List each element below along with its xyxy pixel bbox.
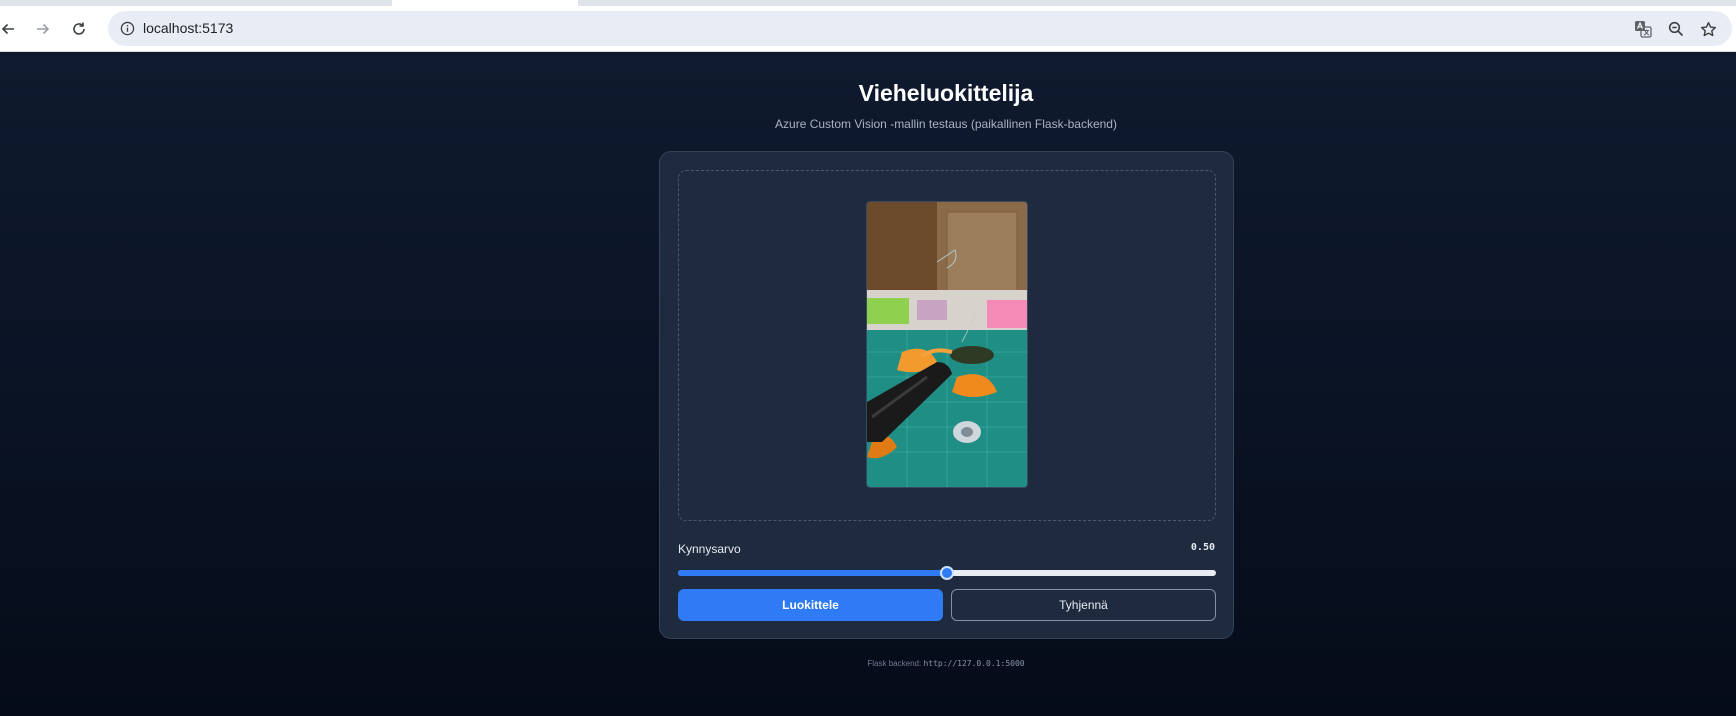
url-text[interactable]: localhost:5173 — [143, 20, 233, 36]
classify-button[interactable]: Luokittele — [678, 589, 943, 621]
back-button[interactable] — [0, 17, 20, 41]
backend-url: http://127.0.0.1:5000 — [923, 659, 1025, 668]
reload-icon — [73, 22, 85, 35]
browser-toolbar: localhost:5173 — [0, 6, 1736, 52]
clear-button[interactable]: Tyhjennä — [951, 589, 1216, 621]
site-info-icon[interactable] — [118, 19, 137, 38]
address-bar[interactable]: localhost:5173 — [108, 11, 1732, 46]
uploaded-image-preview — [866, 201, 1028, 488]
app-page: Vieheluokittelija Azure Custom Vision -m… — [0, 52, 1736, 716]
bookmark-star-icon[interactable] — [1697, 18, 1719, 40]
threshold-slider[interactable] — [678, 566, 1216, 580]
page-title: Vieheluokittelija — [858, 80, 1034, 106]
classifier-card: Kynnysarvo 0.50 Luokittele Tyhjennä — [659, 151, 1234, 639]
threshold-slider-fill — [678, 570, 947, 576]
forward-button[interactable] — [31, 17, 55, 41]
zoom-icon[interactable] — [1665, 18, 1687, 40]
backend-footer: Flask backend: http://127.0.0.1:5000 — [0, 659, 1736, 668]
forward-arrow-icon — [37, 23, 50, 35]
threshold-value: 0.50 — [1190, 542, 1215, 553]
page-subtitle: Azure Custom Vision -mallin testaus (pai… — [775, 117, 1117, 131]
threshold-label: Kynnysarvo — [678, 542, 741, 556]
back-arrow-icon — [1, 23, 14, 35]
reload-button[interactable] — [67, 17, 91, 41]
threshold-slider-thumb[interactable] — [940, 566, 954, 580]
translate-icon[interactable] — [1632, 18, 1654, 40]
footer-label: Flask backend: — [867, 659, 922, 668]
image-dropzone[interactable] — [678, 170, 1216, 521]
